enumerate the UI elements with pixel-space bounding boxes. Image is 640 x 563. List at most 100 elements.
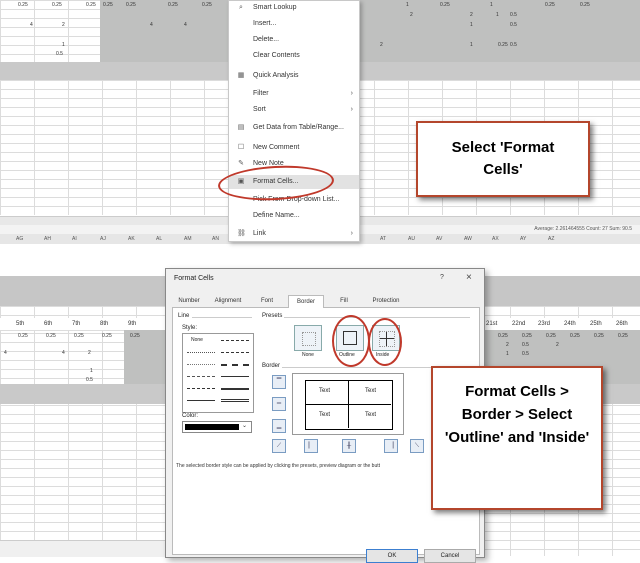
column-header[interactable]: AW <box>464 236 472 242</box>
cell-value: 0.25 <box>46 333 56 339</box>
menu-item-new-comment[interactable]: ☐ New Comment <box>229 141 359 155</box>
preview-text-1: Text <box>319 388 331 394</box>
top-selection-right <box>360 0 640 62</box>
menu-item-delete[interactable]: Delete... <box>229 33 359 47</box>
cell-value: 0.25 <box>570 333 580 339</box>
cell-value: 4 <box>62 350 65 356</box>
line-style-double[interactable] <box>221 399 249 402</box>
preview-v-line <box>348 380 349 428</box>
border-section-label: Border <box>262 363 281 369</box>
column-header[interactable]: AM <box>184 236 192 242</box>
column-header[interactable]: AZ <box>548 236 554 242</box>
column-header[interactable]: AI <box>72 236 77 242</box>
menu-item-label: Get Data from Table/Range... <box>253 124 344 131</box>
menu-item-label: Define Name... <box>253 212 300 219</box>
column-header[interactable]: AX <box>492 236 499 242</box>
line-style-thick[interactable] <box>221 388 249 390</box>
column-header[interactable]: AG <box>16 236 23 242</box>
line-style-dashdotdot-thick[interactable] <box>221 340 249 341</box>
tab-fill[interactable]: Fill <box>334 295 354 307</box>
cell-value: 0.25 <box>86 2 96 8</box>
link-icon: ⛓ <box>237 230 246 237</box>
help-button[interactable]: ? <box>440 274 444 281</box>
column-header[interactable]: AL <box>156 236 162 242</box>
border-inside-vertical-button[interactable]: ╫ <box>342 439 356 453</box>
border-inside-horizontal-button[interactable]: ═ <box>272 397 286 411</box>
column-header[interactable]: AN <box>212 236 219 242</box>
menu-item-clear-contents[interactable]: Clear Contents <box>229 49 359 63</box>
cell-value: 0.25 <box>74 333 84 339</box>
line-style-dashdot[interactable] <box>221 352 249 353</box>
color-picker[interactable]: ⌄ <box>182 421 252 433</box>
menu-item-quick-analysis[interactable]: ▦ Quick Analysis <box>229 69 359 83</box>
cell-value: 0.25 <box>546 333 556 339</box>
chevron-right-icon: › <box>350 106 353 113</box>
cell-value: 0.5 <box>510 42 517 48</box>
column-header[interactable]: AU <box>408 236 415 242</box>
line-style-dotted-2[interactable] <box>187 364 215 365</box>
menu-item-label: Filter <box>253 90 269 97</box>
menu-item-filter[interactable]: Filter › <box>229 87 359 101</box>
top-selection-left <box>100 0 228 62</box>
tab-protection[interactable]: Protection <box>366 295 406 307</box>
column-header[interactable]: AT <box>380 236 386 242</box>
cell-value: 0.25 <box>498 333 508 339</box>
line-divider <box>192 317 252 318</box>
line-style-none[interactable]: None <box>191 337 203 343</box>
status-bar-text: Average: 2.261464555 Count: 27 Sum: 90.5 <box>534 226 632 232</box>
presets-divider <box>284 317 470 318</box>
column-header[interactable]: AK <box>128 236 135 242</box>
column-header[interactable]: AY <box>520 236 526 242</box>
menu-item-get-data-from-table-range[interactable]: ▤ Get Data from Table/Range... <box>229 121 359 135</box>
border-left-button[interactable]: ▏ <box>304 439 318 453</box>
tab-alignment[interactable]: Alignment <box>210 295 246 307</box>
cell-value: 0.25 <box>18 333 28 339</box>
border-diagonal-down-button[interactable]: ⟍ <box>410 439 424 453</box>
cell-value: 4 <box>30 22 33 28</box>
border-top-button[interactable]: ▔ <box>272 375 286 389</box>
tab-border[interactable]: Border <box>288 295 324 308</box>
menu-item-link[interactable]: ⛓ Link › <box>229 227 359 241</box>
preview-text-2: Text <box>365 388 377 394</box>
line-style-list[interactable]: None <box>182 333 254 413</box>
callout-1-text: Select 'Format Cells' <box>451 139 555 178</box>
table-icon: ▤ <box>237 124 245 131</box>
menu-item-label: Smart Lookup <box>253 4 297 11</box>
callout-select-format-cells: Select 'Format Cells' <box>416 121 590 197</box>
column-header[interactable]: AV <box>436 236 442 242</box>
ok-button[interactable]: OK <box>366 549 418 563</box>
cell-value: 0.25 <box>594 333 604 339</box>
preset-none-button[interactable] <box>294 325 322 351</box>
menu-item-sort[interactable]: Sort › <box>229 103 359 117</box>
column-header[interactable]: AH <box>44 236 51 242</box>
tab-font[interactable]: Font <box>252 295 282 307</box>
column-header: 6th <box>44 321 53 327</box>
cell-value: 0.25 <box>202 2 212 8</box>
border-bottom-button[interactable]: ▁ <box>272 419 286 433</box>
menu-item-smart-lookup[interactable]: ⌕ Smart Lookup <box>229 1 359 15</box>
search-icon: ⌕ <box>239 4 243 11</box>
line-style-dotted[interactable] <box>187 352 215 353</box>
line-style-dashdot-2[interactable] <box>187 376 215 377</box>
cell-value: 0.25 <box>168 2 178 8</box>
line-style-thin[interactable] <box>221 376 249 377</box>
close-button[interactable]: × <box>466 272 472 283</box>
border-right-button[interactable]: ▕ <box>384 439 398 453</box>
preview-text-4: Text <box>365 412 377 418</box>
border-diagonal-up-button[interactable]: ⟋ <box>272 439 286 453</box>
cell-value: 1 <box>470 22 473 28</box>
line-style-solid[interactable] <box>187 400 215 401</box>
cancel-button[interactable]: Cancel <box>424 549 476 563</box>
border-preview[interactable]: Text Text Text Text <box>292 373 404 435</box>
line-style-dashed-med[interactable] <box>221 364 249 366</box>
cell-value: 2 <box>380 42 383 48</box>
tab-number[interactable]: Number <box>174 295 204 307</box>
cell-value: 4 <box>184 22 187 28</box>
cell-value: 0.5 <box>510 22 517 28</box>
line-style-dashed[interactable] <box>187 388 215 389</box>
column-header[interactable]: AJ <box>100 236 106 242</box>
menu-item-define-name[interactable]: Define Name... <box>229 209 359 223</box>
menu-item-insert[interactable]: Insert... <box>229 17 359 31</box>
cell-value: 0.25 <box>126 2 136 8</box>
menu-item-label: Delete... <box>253 36 280 43</box>
